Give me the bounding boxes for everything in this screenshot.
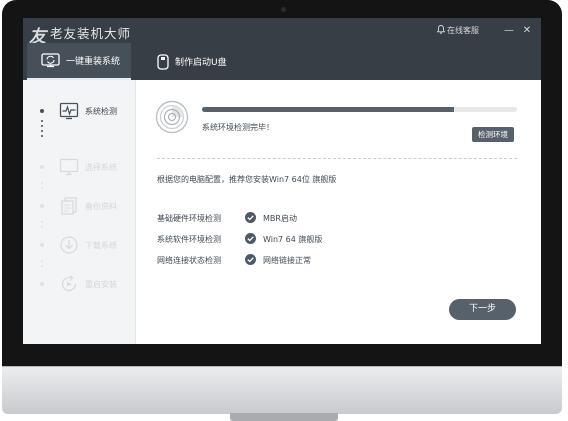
check-circle-icon — [245, 233, 256, 244]
monitor-stand — [230, 413, 338, 421]
monitor-icon — [59, 157, 79, 177]
check-circle-icon — [245, 212, 256, 223]
check-progress-bar — [202, 107, 517, 112]
step-choose-system[interactable]: 选择系统 — [23, 155, 135, 179]
check-row-hardware: 基础硬件环境检测 MBR启动 — [157, 212, 457, 226]
step-system-check[interactable]: 系统检测 — [23, 99, 135, 123]
online-service-label: 在线客服 — [447, 26, 479, 35]
dashed-divider — [157, 158, 517, 159]
step-connector-dot — [41, 182, 43, 184]
download-circle-icon — [59, 235, 79, 255]
step-label: 下载系统 — [85, 240, 117, 250]
step-connector-dot — [41, 265, 43, 267]
step-connector-dot — [41, 135, 43, 137]
step-dot — [40, 204, 44, 208]
step-connector-dot — [41, 187, 43, 189]
app-title: 老友装机大师 — [50, 26, 132, 41]
bell-icon — [436, 25, 446, 36]
camera-dot — [281, 7, 286, 12]
check-environment-button[interactable]: 检测环境 — [472, 127, 514, 142]
pulse-monitor-icon — [59, 101, 79, 121]
title-bar: 友 老友装机大师 在线客服 — ✕ 一键重装系统 制作启动U盘 — [23, 18, 541, 80]
step-connector-dot — [41, 260, 43, 262]
step-connector-dot — [41, 130, 43, 132]
step-label: 重启安装 — [85, 279, 117, 289]
tab-make-usb-boot[interactable]: 制作启动U盘 — [143, 43, 243, 80]
monitor-chin — [2, 366, 562, 414]
step-dot — [40, 282, 44, 286]
progress-fill — [202, 107, 454, 112]
step-dot — [40, 165, 44, 169]
step-label: 选择系统 — [85, 162, 117, 172]
close-button[interactable]: ✕ — [521, 25, 533, 36]
restart-icon — [59, 274, 79, 294]
steps-sidebar: 系统检测 选择系统 备份资料 下载系统 重启安装 — [23, 80, 136, 344]
step-dot — [40, 243, 44, 247]
app-window: 友 老友装机大师 在线客服 — ✕ 一键重装系统 制作启动U盘 系统检测 选择系… — [23, 18, 541, 344]
check-value: MBR启动 — [263, 214, 297, 223]
check-label: 基础硬件环境检测 — [157, 214, 221, 223]
main-panel: 系统环境检测完毕！ 检测环境 根据您的电脑配置，推荐您安装Win7 64位 旗舰… — [136, 80, 541, 344]
tab-label: 制作启动U盘 — [175, 58, 227, 68]
step-label: 系统检测 — [85, 106, 117, 116]
check-value: Win7 64 旗舰版 — [263, 235, 323, 244]
documents-icon — [59, 196, 79, 216]
check-label: 网络连接状态检测 — [157, 256, 221, 265]
usb-drive-icon — [157, 53, 169, 70]
next-step-button[interactable]: 下一步 — [449, 299, 516, 320]
step-connector-dot — [41, 120, 43, 122]
check-value: 网络链接正常 — [263, 256, 311, 265]
step-restart-install[interactable]: 重启安装 — [23, 272, 135, 296]
minimize-button[interactable]: — — [503, 25, 515, 36]
online-service-link[interactable]: 在线客服 — [436, 25, 479, 36]
tab-label: 一键重装系统 — [66, 57, 121, 67]
step-download-system[interactable]: 下载系统 — [23, 233, 135, 257]
step-connector-dot — [41, 125, 43, 127]
check-row-network: 网络连接状态检测 网络链接正常 — [157, 254, 457, 268]
step-backup-data[interactable]: 备份资料 — [23, 194, 135, 218]
window-controls: 在线客服 — ✕ — [436, 25, 533, 36]
check-circle-icon — [245, 254, 256, 265]
recommendation-text: 根据您的电脑配置，推荐您安装Win7 64位 旗舰版 — [157, 175, 337, 184]
step-connector-dot — [41, 226, 43, 228]
monitor-refresh-icon — [41, 52, 60, 69]
step-connector-dot — [41, 221, 43, 223]
status-message: 系统环境检测完毕！ — [202, 123, 274, 132]
step-label: 备份资料 — [85, 201, 117, 211]
check-label: 系统软件环境检测 — [157, 235, 221, 244]
step-dot — [40, 109, 44, 113]
check-row-software: 系统软件环境检测 Win7 64 旗舰版 — [157, 233, 457, 247]
scan-radar-icon — [155, 100, 189, 134]
tab-one-click-reinstall[interactable]: 一键重装系统 — [27, 43, 131, 80]
